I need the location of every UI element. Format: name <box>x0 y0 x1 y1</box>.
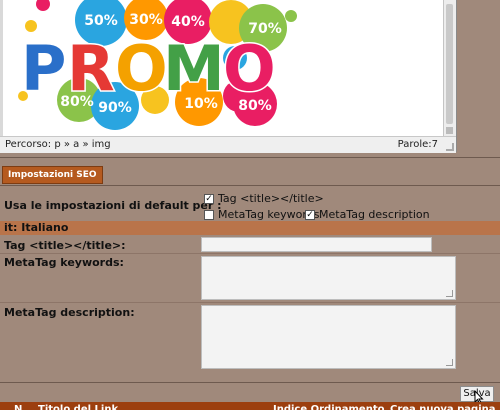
editor-statusbar: Percorso: p » a » img Parole:7 <box>0 136 456 153</box>
scroll-down-arrow-icon[interactable] <box>446 127 453 134</box>
description-textarea[interactable] <box>201 305 456 369</box>
tab-seo-settings[interactable]: Impostazioni SEO <box>2 166 103 184</box>
language-label: it: Italiano <box>4 221 69 234</box>
column-header: Crea nuova pagina <box>390 404 496 410</box>
editor-scrollbar[interactable] <box>443 0 456 136</box>
svg-text:O: O <box>115 32 168 105</box>
description-field-label: MetaTag description: <box>4 306 135 319</box>
title-input[interactable] <box>201 237 432 252</box>
word-count: Parole:7 <box>397 139 438 150</box>
defaults-label: Usa le impostazioni di default per : <box>4 199 222 212</box>
option-label: MetaTag description <box>319 208 430 221</box>
column-header: Titolo del Link <box>38 404 119 410</box>
links-table-header: N. Titolo del Link Indice Ordinamento Cr… <box>0 402 500 410</box>
column-header: N. <box>14 404 27 410</box>
resize-grip-icon[interactable] <box>446 143 454 151</box>
column-header: Indice Ordinamento <box>273 404 385 410</box>
checkbox-checked[interactable]: ✓ <box>204 193 214 204</box>
checkbox-checked[interactable]: ✓ <box>305 209 315 220</box>
section-divider <box>0 157 500 158</box>
editor-content[interactable]: 50% 30% 40% 70% 80% 90% 10% 80% P R O M … <box>3 0 443 136</box>
section-divider <box>0 185 500 186</box>
badge-text: 30% <box>129 12 163 28</box>
element-path: Percorso: p » a » img <box>5 139 111 150</box>
section-divider <box>0 382 500 383</box>
row-divider <box>0 253 500 254</box>
badge-text: 50% <box>84 13 118 29</box>
badge-text: 40% <box>171 14 205 30</box>
textarea-resize-icon[interactable] <box>446 290 453 297</box>
option-keywords-default[interactable]: MetaTag keywords <box>204 208 319 221</box>
row-divider <box>0 302 500 303</box>
svg-text:R: R <box>67 32 115 105</box>
scrollbar-thumb[interactable] <box>446 4 453 124</box>
keywords-field-label: MetaTag keywords: <box>4 256 124 269</box>
option-label: Tag <title></title> <box>218 192 324 205</box>
rich-text-editor[interactable]: 50% 30% 40% 70% 80% 90% 10% 80% P R O M … <box>0 0 457 153</box>
option-description-default[interactable]: ✓ MetaTag description <box>305 208 430 221</box>
checkbox-unchecked[interactable] <box>204 209 214 220</box>
svg-text:O: O <box>223 32 276 105</box>
promo-image[interactable]: 50% 30% 40% 70% 80% 90% 10% 80% P R O M … <box>3 0 443 136</box>
svg-text:M: M <box>163 32 225 105</box>
language-header: it: Italiano <box>0 221 500 235</box>
textarea-resize-icon[interactable] <box>446 359 453 366</box>
title-field-label: Tag <title></title>: <box>4 239 126 252</box>
svg-text:P: P <box>21 32 66 105</box>
option-title-default[interactable]: ✓ Tag <title></title> <box>204 192 324 205</box>
keywords-textarea[interactable] <box>201 256 456 300</box>
